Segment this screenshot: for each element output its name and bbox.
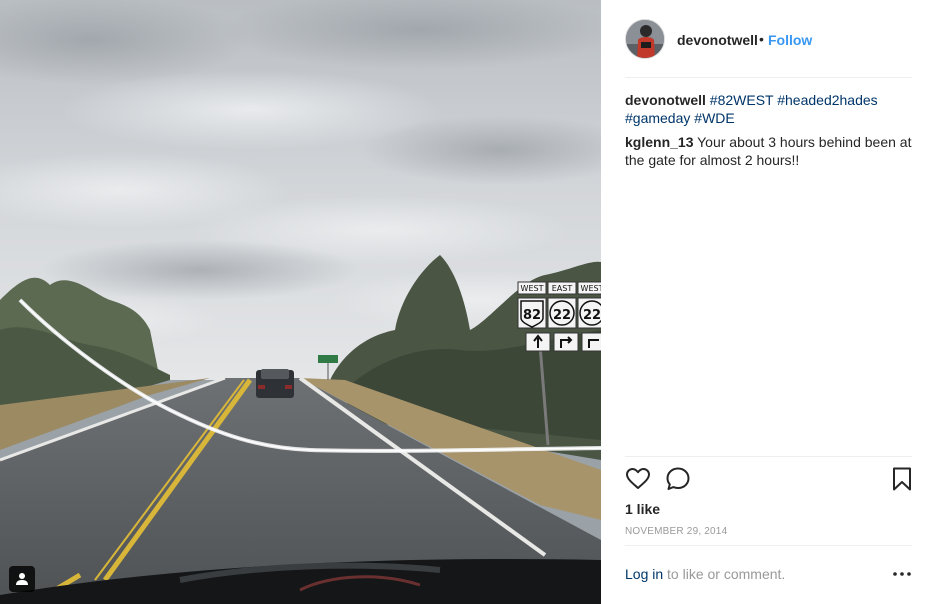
hashtag-wde[interactable]: #WDE: [694, 110, 734, 126]
sign-route-2: 22: [553, 308, 571, 323]
follow-button[interactable]: Follow: [768, 32, 812, 48]
instagram-post: WEST EAST WEST 82 22 22: [0, 0, 934, 604]
login-prompt-text: to like or comment.: [663, 566, 786, 582]
post-side-panel: devonotwell • Follow devonotwell #82WEST…: [601, 0, 934, 604]
sign-direction-2: EAST: [552, 284, 573, 293]
header-username[interactable]: devonotwell: [677, 32, 758, 48]
caption-username[interactable]: devonotwell: [625, 92, 706, 108]
more-options-icon[interactable]: [892, 566, 912, 582]
profile-photo: [626, 20, 664, 58]
comment-item: kglenn_13 Your about 3 hours behind been…: [625, 133, 915, 169]
road-scene-image: WEST EAST WEST 82 22 22: [0, 0, 601, 604]
like-count[interactable]: 1 like: [625, 501, 660, 517]
heart-icon[interactable]: [625, 466, 651, 492]
login-prompt: Log in to like or comment.: [625, 566, 785, 582]
avatar[interactable]: [625, 19, 665, 59]
speech-bubble-icon[interactable]: [665, 466, 691, 492]
comments-section: devonotwell #82WEST #headed2hades #gamed…: [625, 91, 915, 175]
post-date: NOVEMBER 29, 2014: [625, 526, 728, 537]
actions-divider: [625, 456, 912, 457]
footer-divider: [625, 545, 912, 546]
login-link[interactable]: Log in: [625, 566, 663, 582]
comment-username[interactable]: kglenn_13: [625, 134, 693, 150]
header-divider: [625, 77, 912, 78]
caption: devonotwell #82WEST #headed2hades #gamed…: [625, 91, 915, 127]
sign-route-3: 22: [583, 308, 601, 323]
post-header: devonotwell • Follow: [601, 0, 934, 78]
person-icon: [16, 573, 28, 585]
action-bar: [625, 466, 915, 494]
header-separator: •: [759, 31, 764, 47]
hashtag-82west[interactable]: #82WEST: [710, 92, 774, 108]
bookmark-icon[interactable]: [889, 466, 915, 492]
hashtag-headed2hades[interactable]: #headed2hades: [777, 92, 877, 108]
post-photo[interactable]: WEST EAST WEST 82 22 22: [0, 0, 601, 604]
sign-route-1: 82: [523, 308, 541, 323]
hashtag-gameday[interactable]: #gameday: [625, 110, 690, 126]
sign-direction-1: WEST: [521, 284, 544, 293]
sign-direction-3: WEST: [581, 284, 601, 293]
user-tag-icon[interactable]: [9, 566, 35, 592]
